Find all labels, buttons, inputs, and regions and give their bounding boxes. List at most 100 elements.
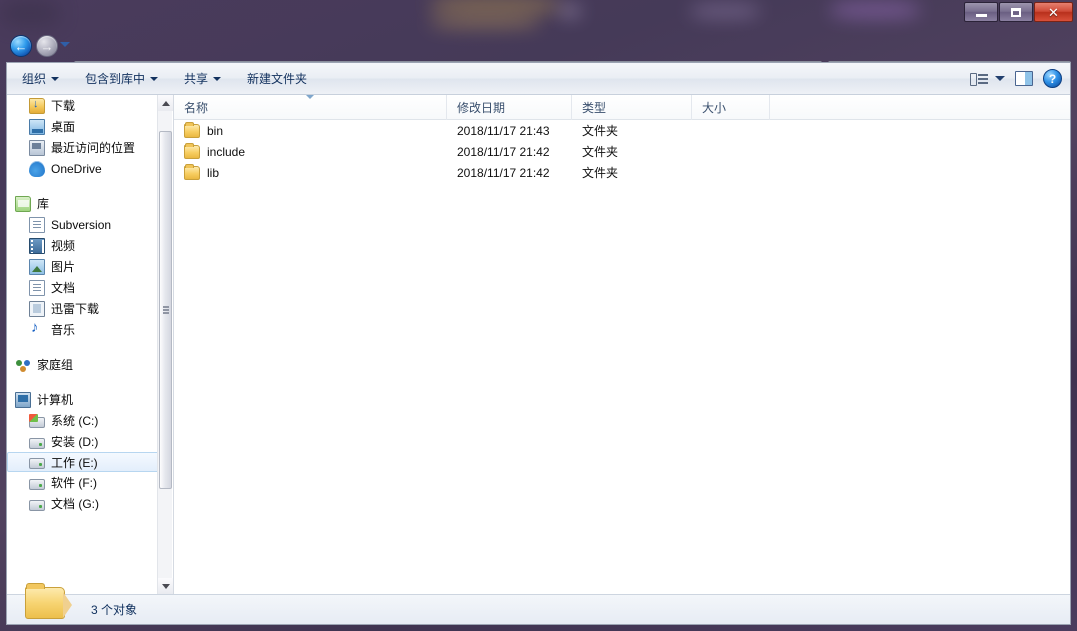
maximize-restore-button[interactable]	[999, 2, 1033, 22]
cell-modified: 2018/11/17 21:42	[457, 144, 550, 159]
sidebar-item-家庭组[interactable]: 家庭组	[7, 354, 173, 375]
minimize-button[interactable]	[964, 2, 998, 22]
music-icon	[29, 319, 45, 338]
table-row[interactable]: lib 2018/11/17 21:42 文件夹	[174, 162, 1070, 183]
forward-arrow-icon: →	[40, 38, 54, 54]
sidebar-item-label: 家庭组	[37, 358, 74, 372]
computer-icon	[15, 391, 31, 408]
toolbar-button-label: 包含到库中	[85, 72, 146, 86]
sidebar-item-label: 下载	[51, 99, 76, 113]
column-header-label: 修改日期	[457, 100, 506, 115]
explorer-window: ✕ ← → ▸计算机▸工作 (E:)▸Programing▸AudioRecor…	[0, 0, 1077, 631]
download-folder-icon	[29, 97, 45, 114]
file-list: 名称 修改日期 类型 大小 bin 2018/11/17 21:43 文件夹 include…	[174, 94, 1070, 594]
sidebar-item-Subversion[interactable]: Subversion	[7, 214, 173, 235]
back-button[interactable]: ←	[10, 35, 32, 57]
sidebar-item-label: 迅雷下载	[51, 302, 100, 316]
column-header-修改日期[interactable]: 修改日期	[447, 94, 572, 120]
desktop-icon	[29, 118, 45, 135]
subversion-icon	[29, 216, 45, 233]
drive-icon	[29, 458, 45, 469]
navigation-pane-scrollbar[interactable]	[157, 95, 173, 594]
toolbar-items: 组织 包含到库中 共享 新建文件夹	[7, 65, 318, 92]
sidebar-item-软件 (F:)[interactable]: 软件 (F:)	[7, 472, 173, 493]
pictures-icon	[29, 258, 45, 275]
sidebar-item-下载[interactable]: 下载	[7, 95, 173, 116]
thunder-download-icon	[29, 300, 45, 317]
scroll-up-button[interactable]	[158, 95, 173, 111]
sidebar-item-label: 软件 (F:)	[51, 476, 97, 490]
toolbar-view-controls: ?	[970, 69, 1070, 88]
sidebar-item-库[interactable]: 库	[7, 193, 173, 214]
onedrive-icon	[29, 160, 45, 177]
sidebar-item-label: 音乐	[51, 323, 76, 337]
help-icon[interactable]: ?	[1043, 69, 1062, 88]
homegroup-icon	[15, 357, 31, 373]
sidebar-item-系统 (C:)[interactable]: 系统 (C:)	[7, 410, 173, 431]
sidebar-item-文档[interactable]: 文档	[7, 277, 173, 298]
sidebar-item-OneDrive[interactable]: OneDrive	[7, 158, 173, 179]
column-header-名称[interactable]: 名称	[174, 94, 447, 120]
sidebar-item-label: 桌面	[51, 120, 76, 134]
sidebar-item-label: 工作 (E:)	[51, 455, 98, 470]
videos-icon	[29, 237, 45, 254]
close-button[interactable]: ✕	[1034, 2, 1073, 22]
sidebar-item-最近访问的位置[interactable]: 最近访问的位置	[7, 137, 173, 158]
sidebar-item-label: 视频	[51, 239, 76, 253]
folder-icon	[184, 142, 200, 159]
drive-icon	[29, 478, 45, 490]
column-header-类型[interactable]: 类型	[572, 94, 692, 120]
recent-pages-chevron-down-icon[interactable]	[60, 42, 70, 47]
desktop-blur-4	[560, 6, 580, 16]
desktop-blur-2	[430, 0, 560, 14]
sidebar-item-计算机[interactable]: 计算机	[7, 389, 173, 410]
title-bar[interactable]: ✕	[0, 0, 1077, 28]
table-row[interactable]: include 2018/11/17 21:42 文件夹	[174, 141, 1070, 162]
cell-name: lib	[174, 163, 447, 180]
sidebar-item-安装 (D:)[interactable]: 安装 (D:)	[7, 431, 173, 452]
sidebar-item-label: 图片	[51, 260, 76, 274]
column-header-大小[interactable]: 大小	[692, 94, 770, 120]
documents-icon	[29, 279, 45, 296]
scroll-down-button[interactable]	[158, 578, 173, 594]
sidebar-item-label: 文档	[51, 281, 76, 295]
table-row[interactable]: bin 2018/11/17 21:43 文件夹	[174, 120, 1070, 141]
desktop-blur-1	[0, 0, 60, 26]
preview-pane-icon[interactable]	[1015, 71, 1033, 86]
chevron-up-icon	[161, 100, 170, 106]
sidebar-item-label: 文档 (G:)	[51, 497, 99, 511]
toolbar-button-2[interactable]: 包含到库中	[74, 65, 169, 92]
close-icon: ✕	[1048, 4, 1059, 20]
chevron-down-icon[interactable]	[995, 76, 1005, 81]
change-view-icon[interactable]	[970, 72, 988, 86]
sidebar-item-视频[interactable]: 视频	[7, 235, 173, 256]
sidebar-item-工作 (E:)[interactable]: 工作 (E:)	[7, 452, 165, 472]
cell-type: 文件夹	[582, 124, 619, 138]
sidebar-item-迅雷下载[interactable]: 迅雷下载	[7, 298, 173, 319]
minimize-icon	[975, 13, 987, 17]
navigation-pane: 下载桌面最近访问的位置 OneDrive 库Subversion 视频图片文档迅雷下载…	[7, 95, 173, 594]
command-toolbar: 组织 包含到库中 共享 新建文件夹 ?	[7, 63, 1070, 95]
column-header-label: 类型	[582, 100, 607, 115]
column-header-label: 大小	[702, 100, 727, 115]
scrollbar-thumb[interactable]	[159, 131, 172, 489]
toolbar-button-1[interactable]: 组织	[11, 65, 70, 92]
drive-icon	[29, 437, 45, 449]
toolbar-button-3[interactable]: 共享	[173, 65, 232, 92]
cell-type: 文件夹	[582, 166, 619, 180]
file-name-label: bin	[207, 123, 224, 138]
chevron-down-icon	[51, 76, 60, 81]
sidebar-item-图片[interactable]: 图片	[7, 256, 173, 277]
sidebar-group-spacer	[7, 375, 173, 389]
client-area: 组织 包含到库中 共享 新建文件夹 ? 下载桌面最近访问的位置 OneDrive 库Sub…	[6, 62, 1071, 625]
column-headers: 名称 修改日期 类型 大小	[174, 94, 1070, 120]
chevron-down-icon	[161, 583, 170, 589]
sidebar-item-桌面[interactable]: 桌面	[7, 116, 173, 137]
sidebar-item-文档 (G:)[interactable]: 文档 (G:)	[7, 493, 173, 514]
toolbar-button-label: 组织	[22, 72, 47, 86]
recent-places-icon	[29, 139, 45, 156]
cell-name: include	[174, 142, 447, 159]
toolbar-button-4[interactable]: 新建文件夹	[236, 65, 318, 92]
sidebar-item-音乐[interactable]: 音乐	[7, 319, 173, 340]
forward-button[interactable]: →	[36, 35, 58, 57]
